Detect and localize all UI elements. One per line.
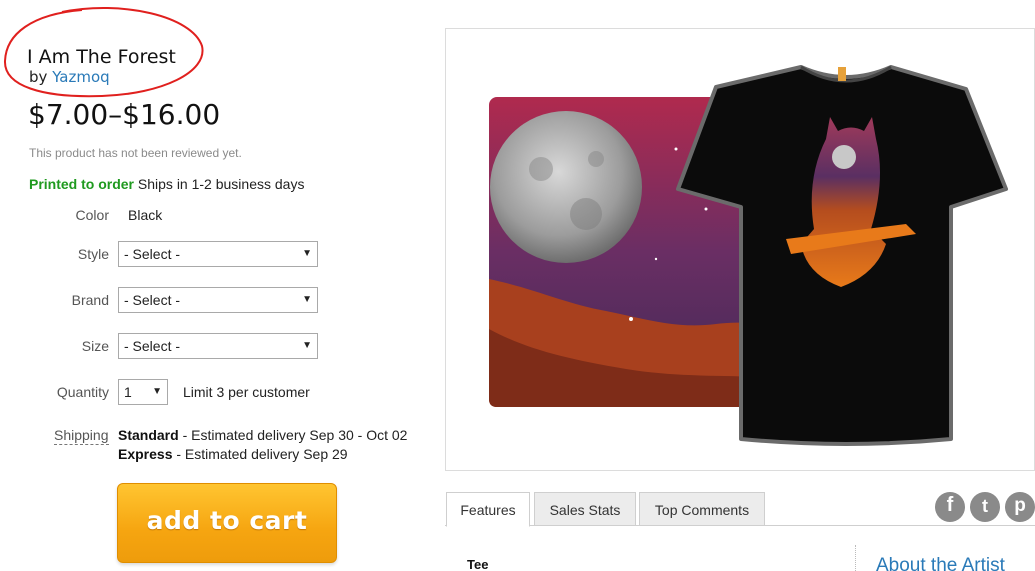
about-the-artist-heading[interactable]: About the Artist [876, 555, 1005, 571]
standard-delivery: - Estimated delivery Sep 30 - Oct 02 [178, 427, 408, 443]
add-to-cart-button[interactable]: add to cart [117, 483, 337, 563]
style-select[interactable]: - Select - ▼ [118, 241, 318, 267]
express-name: Express [118, 446, 173, 462]
express-delivery: - Estimated delivery Sep 29 [172, 446, 348, 462]
quantity-select-value: 1 [124, 384, 132, 400]
size-label: Size [81, 338, 109, 354]
tab-top-comments[interactable]: Top Comments [639, 492, 765, 526]
style-select-value: - Select - [124, 246, 181, 262]
by-prefix: by [29, 68, 48, 86]
brand-select[interactable]: - Select - ▼ [118, 287, 318, 313]
quantity-select[interactable]: 1 ▼ [118, 379, 168, 405]
select-arrow-icon: ▼ [152, 386, 162, 397]
shipping-express: Express - Estimated delivery Sep 29 [118, 446, 348, 462]
quantity-limit: Limit 3 per customer [183, 384, 310, 400]
facebook-icon[interactable]: f [935, 492, 965, 522]
shipping-standard: Standard - Estimated delivery Sep 30 - O… [118, 427, 407, 443]
product-image-frame[interactable] [445, 28, 1035, 471]
quantity-label: Quantity [56, 384, 109, 400]
product-image [489, 65, 1008, 446]
details-divider [855, 545, 856, 571]
color-value: Black [128, 207, 163, 223]
twitter-icon[interactable]: t [970, 492, 1000, 522]
ship-time: Ships in 1-2 business days [137, 176, 305, 192]
add-to-cart-label: add to cart [146, 506, 308, 535]
style-label: Style [77, 246, 109, 262]
review-note: This product has not been reviewed yet. [29, 146, 242, 160]
tab-sales-stats[interactable]: Sales Stats [534, 492, 636, 526]
size-select-value: - Select - [124, 338, 181, 354]
select-arrow-icon: ▼ [302, 340, 312, 351]
printed-to-order: Printed to order [29, 176, 135, 192]
select-arrow-icon: ▼ [302, 294, 312, 305]
product-title: I Am The Forest [27, 46, 176, 68]
color-label: Color [75, 207, 109, 223]
brand-label: Brand [71, 292, 109, 308]
price-range: $7.00–$16.00 [28, 98, 221, 131]
stock-status: Printed to order Ships in 1-2 business d… [29, 176, 304, 192]
shipping-label[interactable]: Shipping [54, 427, 109, 445]
artist-byline: by Yazmoq [29, 68, 110, 86]
tab-features[interactable]: Features [446, 492, 530, 527]
pinterest-icon[interactable]: p [1005, 492, 1035, 522]
artist-link[interactable]: Yazmoq [52, 68, 109, 86]
standard-name: Standard [118, 427, 179, 443]
brand-select-value: - Select - [124, 292, 181, 308]
size-select[interactable]: - Select - ▼ [118, 333, 318, 359]
select-arrow-icon: ▼ [302, 248, 312, 259]
tee-label: Tee [467, 557, 489, 571]
